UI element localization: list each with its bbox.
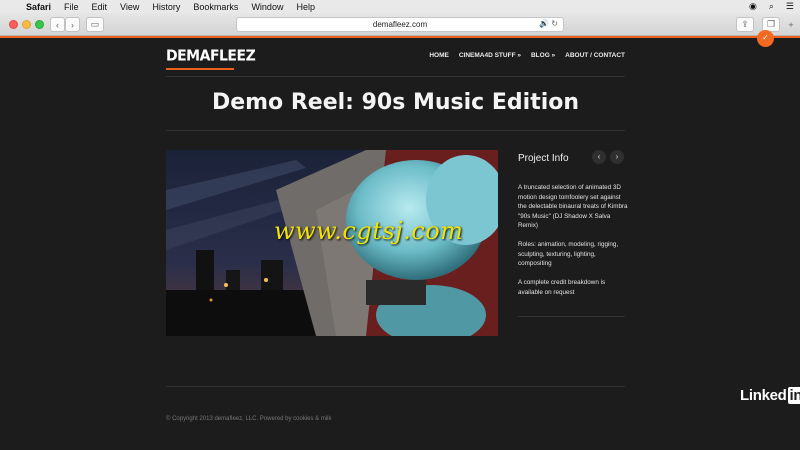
demo-reel-video[interactable]: www.cgtsj.com <box>166 150 498 336</box>
footer-copyright: © Copyright 2013 demafleez, LLC. Powered… <box>166 416 332 422</box>
divider <box>166 76 625 77</box>
sidebar-icon: ▭ <box>90 19 100 29</box>
forward-button[interactable]: › <box>65 17 80 32</box>
chevron-right-icon: › <box>615 152 619 161</box>
browser-toolbar: ‹ › ▭ demafleez.com 🔊 ↻ ⇪ ❐ + <box>0 13 800 36</box>
share-icon: ⇪ <box>741 19 749 29</box>
linkedin-logo-in: in <box>787 387 800 404</box>
nav-home[interactable]: HOME <box>429 52 449 59</box>
share-button[interactable]: ⇪ <box>736 17 754 32</box>
menu-help[interactable]: Help <box>296 2 315 12</box>
linkedin-logo: Linked in <box>740 387 800 404</box>
menu-edit[interactable]: Edit <box>92 2 108 12</box>
site-logo[interactable]: DEMAFLEEZ <box>166 47 256 65</box>
sidebar-button[interactable]: ▭ <box>86 17 104 32</box>
close-window-button[interactable] <box>9 20 18 29</box>
page-title: Demo Reel: 90s Music Edition <box>211 90 580 115</box>
menu-view[interactable]: View <box>120 2 139 12</box>
nav-about-contact[interactable]: ABOUT / CONTACT <box>565 52 625 59</box>
prev-project-button[interactable]: ‹ <box>592 150 606 164</box>
creative-cloud-icon[interactable]: ◉ <box>749 1 757 12</box>
nav-cinema4d-stuff[interactable]: CINEMA4D STUFF » <box>459 52 521 59</box>
chevron-left-icon: ‹ <box>597 152 601 161</box>
web-page: DEMAFLEEZ HOME CINEMA4D STUFF » BLOG » A… <box>0 38 800 450</box>
menu-app-name[interactable]: Safari <box>26 2 51 12</box>
reload-icon[interactable]: ↻ <box>551 19 558 28</box>
back-button[interactable]: ‹ <box>50 17 65 32</box>
menu-bar: Safari File Edit View History Bookmarks … <box>0 0 800 13</box>
project-info-heading: Project Info <box>518 153 569 164</box>
chevron-left-icon: ‹ <box>56 19 59 30</box>
divider <box>166 130 625 131</box>
project-description: A truncated selection of animated 3D mot… <box>518 184 628 229</box>
minimize-window-button[interactable] <box>22 20 31 29</box>
project-credits-note: A complete credit breakdown is available… <box>518 279 606 296</box>
chevron-right-icon: › <box>71 19 74 30</box>
watermark-text: www.cgtsj.com <box>274 217 464 245</box>
address-bar[interactable]: demafleez.com 🔊 ↻ <box>236 17 564 32</box>
tabs-icon: ❐ <box>766 19 776 29</box>
menu-history[interactable]: History <box>152 2 180 12</box>
new-tab-button[interactable]: + <box>784 17 798 32</box>
list-icon[interactable]: ☰ <box>786 1 794 12</box>
nav-blog[interactable]: BLOG » <box>531 52 555 59</box>
menu-file[interactable]: File <box>64 2 79 12</box>
url-text: demafleez.com <box>372 20 428 29</box>
main-nav: HOME CINEMA4D STUFF » BLOG » ABOUT / CON… <box>429 52 625 59</box>
menu-bookmarks[interactable]: Bookmarks <box>193 2 238 12</box>
linkedin-logo-text: Linked <box>740 387 787 404</box>
divider <box>166 386 625 387</box>
divider <box>518 316 625 317</box>
next-project-button[interactable]: › <box>610 150 624 164</box>
logo-underline <box>166 68 234 70</box>
plus-icon: + <box>788 19 794 30</box>
audio-icon[interactable]: 🔊 <box>539 19 549 28</box>
search-icon[interactable]: ⌕ <box>769 1 774 12</box>
reading-list-badge[interactable]: ✓ <box>757 30 774 47</box>
project-roles: Roles: animation, modeling, rigging, scu… <box>518 241 619 267</box>
zoom-window-button[interactable] <box>35 20 44 29</box>
menu-window[interactable]: Window <box>251 2 283 12</box>
